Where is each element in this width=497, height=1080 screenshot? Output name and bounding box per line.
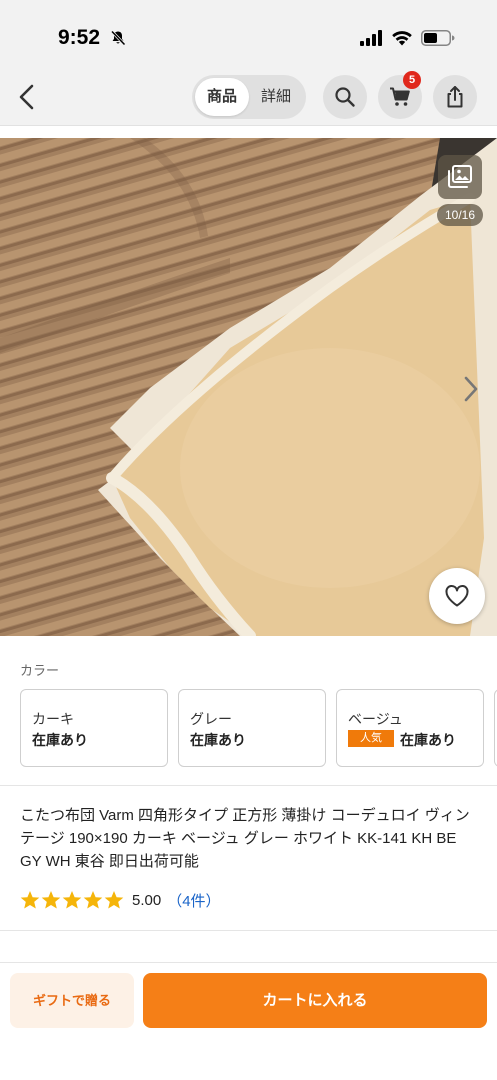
chevron-right-icon[interactable] — [461, 374, 481, 404]
color-name: カーキ — [32, 711, 74, 727]
star-icon — [104, 891, 124, 909]
rating-value: 5.00 — [132, 891, 162, 909]
star-icon — [41, 891, 61, 909]
status-bar: 9:52 — [0, 0, 497, 70]
status-indicators — [359, 30, 455, 46]
bottom-bar-divider — [0, 962, 497, 963]
battery-icon — [421, 30, 455, 46]
color-option-gray[interactable]: グレー 在庫あり — [178, 689, 326, 767]
divider — [0, 930, 497, 931]
star-icon — [62, 891, 82, 909]
back-icon[interactable] — [14, 82, 40, 112]
stock-status: 在庫あり — [190, 732, 246, 748]
divider — [0, 785, 497, 786]
favorite-button[interactable] — [429, 568, 485, 624]
stock-status: 在庫あり — [400, 732, 456, 748]
product-photo — [0, 138, 497, 636]
share-button[interactable] — [433, 75, 477, 119]
tab-details[interactable]: 詳細 — [249, 78, 303, 116]
wifi-icon — [392, 31, 412, 46]
gallery-button[interactable] — [438, 155, 482, 199]
star-icon — [20, 891, 40, 909]
star-icon — [83, 891, 103, 909]
color-name: グレー — [190, 711, 232, 727]
popular-badge: 人気 — [348, 730, 394, 747]
nav-bar: 商品 詳細 5 — [0, 70, 497, 126]
rating-row: 5.00 （4件） — [20, 888, 221, 912]
signal-icon — [360, 30, 382, 46]
bell-slash-icon — [110, 30, 126, 46]
cart-button-nav[interactable]: 5 — [378, 71, 422, 119]
color-option-beige[interactable]: ベージュ 人気 在庫あり — [336, 689, 484, 767]
product-title: こたつ布団 Varm 四角形タイプ 正方形 薄掛け コーデュロイ ヴィンテージ … — [20, 807, 470, 870]
color-section-label: カラー — [20, 663, 60, 678]
color-name: ベージュ — [348, 711, 403, 727]
tab-product[interactable]: 商品 — [195, 78, 249, 116]
star-rating — [20, 890, 124, 910]
gift-button[interactable]: ギフトで贈る — [10, 973, 134, 1028]
view-switcher: 商品 詳細 — [192, 75, 306, 119]
search-icon — [335, 87, 355, 107]
cart-icon — [390, 87, 410, 106]
image-counter: 10/16 — [437, 204, 483, 226]
color-option-khaki[interactable]: カーキ 在庫あり — [20, 689, 168, 767]
status-time: 9:52 — [58, 26, 101, 49]
share-icon — [447, 86, 463, 108]
product-image[interactable]: 10/16 — [0, 138, 497, 636]
gallery-icon — [448, 165, 472, 188]
heart-icon — [445, 584, 469, 607]
search-button[interactable] — [323, 75, 367, 119]
stock-status: 在庫あり — [32, 732, 88, 748]
review-count-link[interactable]: （4件） — [167, 890, 220, 911]
add-to-cart-button[interactable]: カートに入れる — [143, 973, 487, 1028]
cart-count-badge: 5 — [403, 71, 421, 89]
color-options: カーキ 在庫あり グレー 在庫あり ベージュ 人気 在庫あり — [20, 689, 497, 767]
